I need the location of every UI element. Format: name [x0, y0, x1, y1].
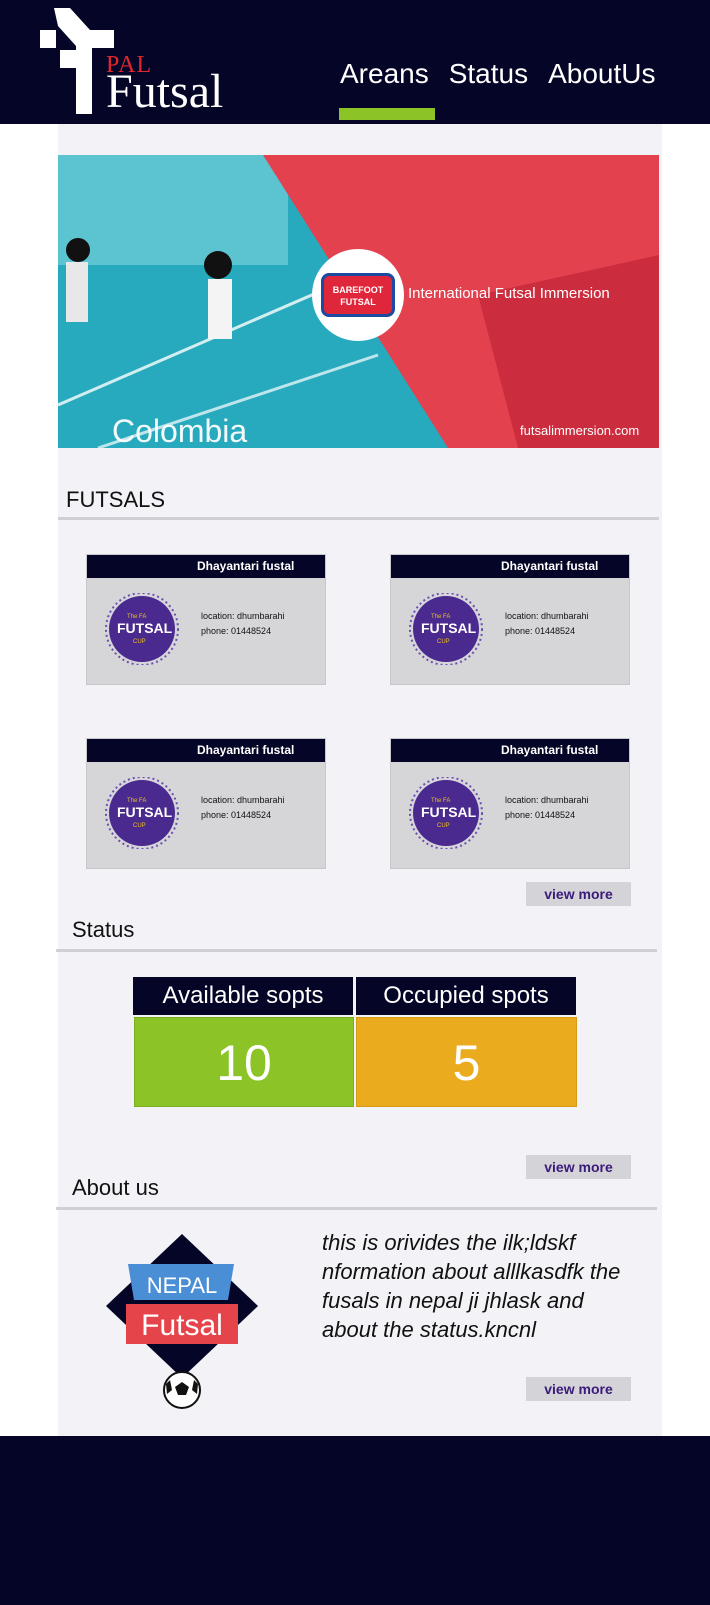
- svg-text:CUP: CUP: [133, 639, 146, 645]
- barefoot-futsal-badge: BAREFOOT FUTSAL: [312, 249, 404, 341]
- futsals-section-title: FUTSALS: [66, 487, 166, 512]
- futsal-card-location: location: dhumbarahi: [201, 611, 285, 621]
- svg-text:CUP: CUP: [133, 823, 146, 829]
- about-logo-nepal-text: NEPAL: [147, 1273, 218, 1298]
- futsals-view-more-button[interactable]: view more: [526, 882, 631, 906]
- fa-futsal-cup-logo-icon: The FA FUTSAL CUP: [105, 777, 179, 849]
- fa-futsal-cup-logo-icon: The FA FUTSAL CUP: [409, 593, 483, 665]
- banner-tagline: International Futsal Immersion: [408, 285, 610, 302]
- nav-active-indicator: [339, 108, 435, 120]
- about-view-more-button[interactable]: view more: [526, 1377, 631, 1401]
- logo-futsal-text: Futsal: [106, 65, 224, 118]
- about-logo-futsal-text: Futsal: [141, 1309, 223, 1342]
- futsal-card-name: Dhayantari fustal: [391, 555, 629, 578]
- futsal-card-phone: phone: 01448524: [201, 810, 272, 820]
- available-spots-value: 10: [134, 1017, 354, 1107]
- available-spots-header: Available sopts: [133, 977, 353, 1015]
- futsal-card-info: location: dhumbarahi phone: 01448524: [201, 793, 285, 823]
- status-divider: [56, 949, 657, 952]
- futsal-card-name: Dhayantari fustal: [87, 555, 325, 578]
- futsal-card-info: location: dhumbarahi phone: 01448524: [201, 609, 285, 639]
- futsal-card-info: location: dhumbarahi phone: 01448524: [505, 793, 589, 823]
- svg-text:FUTSAL: FUTSAL: [117, 620, 173, 636]
- main-nav: Areans Status AboutUs: [340, 58, 676, 98]
- futsal-card-location: location: dhumbarahi: [505, 611, 589, 621]
- site-footer: [0, 1436, 710, 1605]
- nepal-futsal-logo-icon[interactable]: NEPAL Futsal: [106, 1234, 258, 1414]
- futsal-card-phone: phone: 01448524: [505, 626, 576, 636]
- svg-text:FUTSAL: FUTSAL: [421, 804, 477, 820]
- nav-areans[interactable]: Areans: [340, 58, 429, 98]
- futsal-card-location: location: dhumbarahi: [201, 795, 285, 805]
- occupied-spots-header: Occupied spots: [356, 977, 576, 1015]
- fa-futsal-cup-logo-icon: The FA FUTSAL CUP: [409, 777, 483, 849]
- futsal-card[interactable]: Dhayantari fustal The FA FUTSAL CUP loca…: [390, 554, 630, 685]
- badge-text: BAREFOOT FUTSAL: [321, 273, 395, 317]
- occupied-spots-value: 5: [356, 1017, 577, 1107]
- svg-text:CUP: CUP: [437, 823, 450, 829]
- futsal-card[interactable]: Dhayantari fustal The FA FUTSAL CUP loca…: [86, 554, 326, 685]
- site-logo[interactable]: PAL Futsal: [40, 6, 250, 118]
- about-description: this is orivides the ilk;ldskf nformatio…: [322, 1230, 621, 1342]
- futsal-card-info: location: dhumbarahi phone: 01448524: [505, 609, 589, 639]
- svg-text:FUTSAL: FUTSAL: [117, 804, 173, 820]
- banner-url: futsalimmersion.com: [520, 423, 640, 438]
- nav-aboutus[interactable]: AboutUs: [548, 58, 655, 98]
- fa-futsal-cup-logo-icon: The FA FUTSAL CUP: [105, 593, 179, 665]
- futsal-card-phone: phone: 01448524: [201, 626, 272, 636]
- futsal-card-name: Dhayantari fustal: [87, 739, 325, 762]
- hero-banner[interactable]: BAREFOOT FUTSAL International Futsal Imm…: [58, 155, 659, 448]
- svg-text:CUP: CUP: [437, 639, 450, 645]
- futsals-divider: [58, 517, 659, 520]
- futsal-card[interactable]: Dhayantari fustal The FA FUTSAL CUP loca…: [390, 738, 630, 869]
- about-divider: [56, 1207, 657, 1210]
- futsal-card-location: location: dhumbarahi: [505, 795, 589, 805]
- about-section-title: About us: [72, 1175, 159, 1200]
- futsal-card[interactable]: Dhayantari fustal The FA FUTSAL CUP loca…: [86, 738, 326, 869]
- futsal-card-phone: phone: 01448524: [505, 810, 576, 820]
- nav-status[interactable]: Status: [449, 58, 528, 98]
- status-view-more-button[interactable]: view more: [526, 1155, 631, 1179]
- futsal-card-name: Dhayantari fustal: [391, 739, 629, 762]
- svg-text:FUTSAL: FUTSAL: [421, 620, 477, 636]
- banner-country: Colombia: [112, 413, 248, 448]
- status-section-title: Status: [72, 917, 135, 942]
